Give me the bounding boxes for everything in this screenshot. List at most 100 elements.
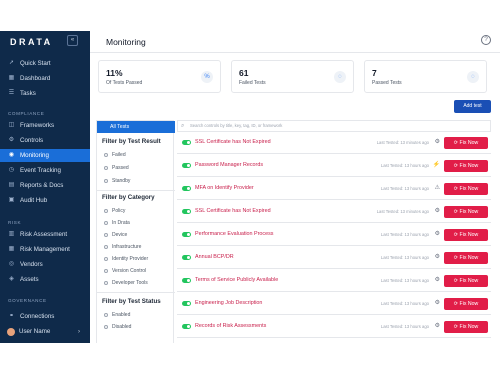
fix-now-button[interactable]: ⟳ Fix Now bbox=[444, 160, 488, 172]
enabled-toggle[interactable] bbox=[182, 163, 191, 168]
sidebar: DRATA « ➚ Quick Start ▦ Dashboard ☰ Task… bbox=[0, 31, 90, 343]
filter-panel: All Tests Filter by Test Result Failed P… bbox=[96, 120, 175, 343]
filter-option-policy[interactable]: Policy bbox=[104, 208, 125, 214]
stat-value: 11% bbox=[106, 68, 123, 78]
sidebar-item-risk-assessment[interactable]: ▥ Risk Assessment bbox=[0, 228, 90, 241]
fix-now-button[interactable]: ⟳ Fix Now bbox=[444, 298, 488, 310]
fix-now-button[interactable]: ⟳ Fix Now bbox=[444, 252, 488, 264]
test-name[interactable]: SSL Certificate has Not Expired bbox=[195, 208, 271, 214]
test-row[interactable]: MFA on Identify Provider Last Tested: 13… bbox=[177, 178, 491, 200]
test-row[interactable]: SSL Certificate has Not Expired Last Tes… bbox=[177, 201, 491, 223]
page-title: Monitoring bbox=[106, 37, 146, 47]
test-row[interactable]: Terms of Service Publicly Available Last… bbox=[177, 270, 491, 292]
governance-section-label: GOVERNANCE bbox=[8, 298, 47, 303]
filter-category-heading: Filter by Category bbox=[102, 194, 155, 201]
filter-status-heading: Filter by Test Status bbox=[102, 298, 161, 305]
filter-option-version-control[interactable]: Version Control bbox=[104, 268, 146, 274]
sidebar-item-risk-management[interactable]: ▦ Risk Management bbox=[0, 243, 90, 256]
sidebar-item-assets[interactable]: ◈ Assets bbox=[0, 273, 90, 286]
refresh-icon: ⟳ bbox=[453, 301, 459, 307]
filter-option-identity-provider[interactable]: Identity Provider bbox=[104, 256, 148, 262]
filter-all-tests[interactable]: All Tests bbox=[97, 121, 175, 133]
enabled-toggle[interactable] bbox=[182, 255, 191, 260]
sidebar-item-reports-docs[interactable]: ▤ Reports & Docs bbox=[0, 179, 90, 192]
test-name[interactable]: MFA on Identify Provider bbox=[195, 185, 254, 191]
sidebar-item-label: Tasks bbox=[20, 90, 36, 97]
fix-now-label: Fix Now bbox=[459, 255, 479, 261]
refresh-icon: ⟳ bbox=[453, 278, 459, 284]
sidebar-item-event-tracking[interactable]: ◷ Event Tracking bbox=[0, 164, 90, 177]
filter-option-label: In Drata bbox=[112, 220, 130, 226]
fix-now-button[interactable]: ⟳ Fix Now bbox=[444, 206, 488, 218]
fix-now-label: Fix Now bbox=[459, 163, 479, 169]
test-name[interactable]: Annual BCP/DR bbox=[195, 254, 234, 260]
filter-option-disabled[interactable]: Disabled bbox=[104, 324, 131, 330]
filter-divider bbox=[97, 190, 175, 191]
sidebar-item-vendors[interactable]: ◎ Vendors bbox=[0, 258, 90, 271]
filter-option-standby[interactable]: Standby bbox=[104, 178, 130, 184]
monitoring-icon: ◉ bbox=[8, 152, 15, 158]
enabled-toggle[interactable] bbox=[182, 232, 191, 237]
rocket-icon: ➚ bbox=[8, 60, 15, 66]
test-name[interactable]: Engineering Job Description bbox=[195, 300, 262, 306]
fix-now-button[interactable]: ⟳ Fix Now bbox=[444, 321, 488, 333]
sidebar-item-label: Vendors bbox=[20, 261, 43, 268]
sidebar-item-connections[interactable]: ⚭ Connections bbox=[0, 310, 90, 323]
filter-option-in-drata[interactable]: In Drata bbox=[104, 220, 130, 226]
sidebar-item-label: Risk Management bbox=[20, 246, 70, 253]
test-row[interactable]: Password Manager Records Last Tested: 13… bbox=[177, 155, 491, 177]
fix-now-label: Fix Now bbox=[459, 186, 479, 192]
sidebar-item-dashboard[interactable]: ▦ Dashboard bbox=[0, 72, 90, 85]
filter-option-device[interactable]: Device bbox=[104, 232, 127, 238]
sidebar-item-quick-start[interactable]: ➚ Quick Start bbox=[0, 57, 90, 70]
fix-now-button[interactable]: ⟳ Fix Now bbox=[444, 275, 488, 287]
sidebar-item-tasks[interactable]: ☰ Tasks bbox=[0, 87, 90, 100]
filter-option-passed[interactable]: Passed bbox=[104, 165, 129, 171]
test-row[interactable]: Performance Evaluation Process Last Test… bbox=[177, 224, 491, 246]
fix-now-button[interactable]: ⟳ Fix Now bbox=[444, 137, 488, 149]
test-name[interactable]: SSL Certificate has Not Expired bbox=[195, 139, 271, 145]
sidebar-item-audit-hub[interactable]: ▣ Audit Hub bbox=[0, 194, 90, 207]
enabled-toggle[interactable] bbox=[182, 140, 191, 145]
sidebar-item-monitoring[interactable]: ◉ Monitoring bbox=[0, 149, 90, 162]
refresh-icon: ⟳ bbox=[453, 186, 459, 192]
radio-icon bbox=[104, 153, 108, 157]
test-row[interactable]: SSL Certificate has Not Expired Last Tes… bbox=[177, 132, 491, 154]
filter-option-label: Disabled bbox=[112, 324, 132, 330]
chevron-right-icon: › bbox=[78, 328, 80, 335]
test-row[interactable]: Records of Risk Assessments Last Tested:… bbox=[177, 316, 491, 338]
enabled-toggle[interactable] bbox=[182, 209, 191, 214]
test-row[interactable]: Engineering Job Description Last Tested:… bbox=[177, 293, 491, 315]
search-input[interactable]: ⌕ Search controls by title, key, tag, ID… bbox=[177, 120, 491, 132]
help-icon[interactable]: ? bbox=[481, 35, 491, 45]
refresh-icon: ⟳ bbox=[453, 232, 459, 238]
last-tested: Last Tested: 13 hours ago bbox=[380, 278, 429, 283]
filter-option-infrastructure[interactable]: Infrastructure bbox=[104, 244, 141, 250]
fix-now-label: Fix Now bbox=[459, 278, 479, 284]
status-icon: ⚙ bbox=[434, 277, 440, 283]
radio-icon bbox=[104, 245, 108, 249]
sidebar-item-controls[interactable]: ⚙ Controls bbox=[0, 134, 90, 147]
filter-option-enabled[interactable]: Enabled bbox=[104, 312, 130, 318]
sidebar-item-label: Quick Start bbox=[20, 60, 51, 67]
test-name[interactable]: Terms of Service Publicly Available bbox=[195, 277, 278, 283]
test-name[interactable]: Password Manager Records bbox=[195, 162, 263, 168]
radio-icon bbox=[104, 281, 108, 285]
radio-icon bbox=[104, 233, 108, 237]
fix-now-button[interactable]: ⟳ Fix Now bbox=[444, 229, 488, 241]
test-name[interactable]: Performance Evaluation Process bbox=[195, 231, 274, 237]
test-name[interactable]: Records of Risk Assessments bbox=[195, 323, 266, 329]
add-test-button[interactable]: Add test bbox=[454, 100, 491, 113]
test-row[interactable]: Annual BCP/DR Last Tested: 13 hours ago … bbox=[177, 247, 491, 269]
user-menu[interactable]: User Name › bbox=[0, 325, 90, 338]
stat-value: 61 bbox=[239, 68, 249, 78]
enabled-toggle[interactable] bbox=[182, 278, 191, 283]
filter-option-developer-tools[interactable]: Developer Tools bbox=[104, 280, 148, 286]
enabled-toggle[interactable] bbox=[182, 324, 191, 329]
enabled-toggle[interactable] bbox=[182, 186, 191, 191]
fix-now-button[interactable]: ⟳ Fix Now bbox=[444, 183, 488, 195]
filter-option-failed[interactable]: Failed bbox=[104, 152, 126, 158]
collapse-sidebar-button[interactable]: « bbox=[67, 35, 78, 46]
sidebar-item-frameworks[interactable]: ◫ Frameworks bbox=[0, 119, 90, 132]
enabled-toggle[interactable] bbox=[182, 301, 191, 306]
